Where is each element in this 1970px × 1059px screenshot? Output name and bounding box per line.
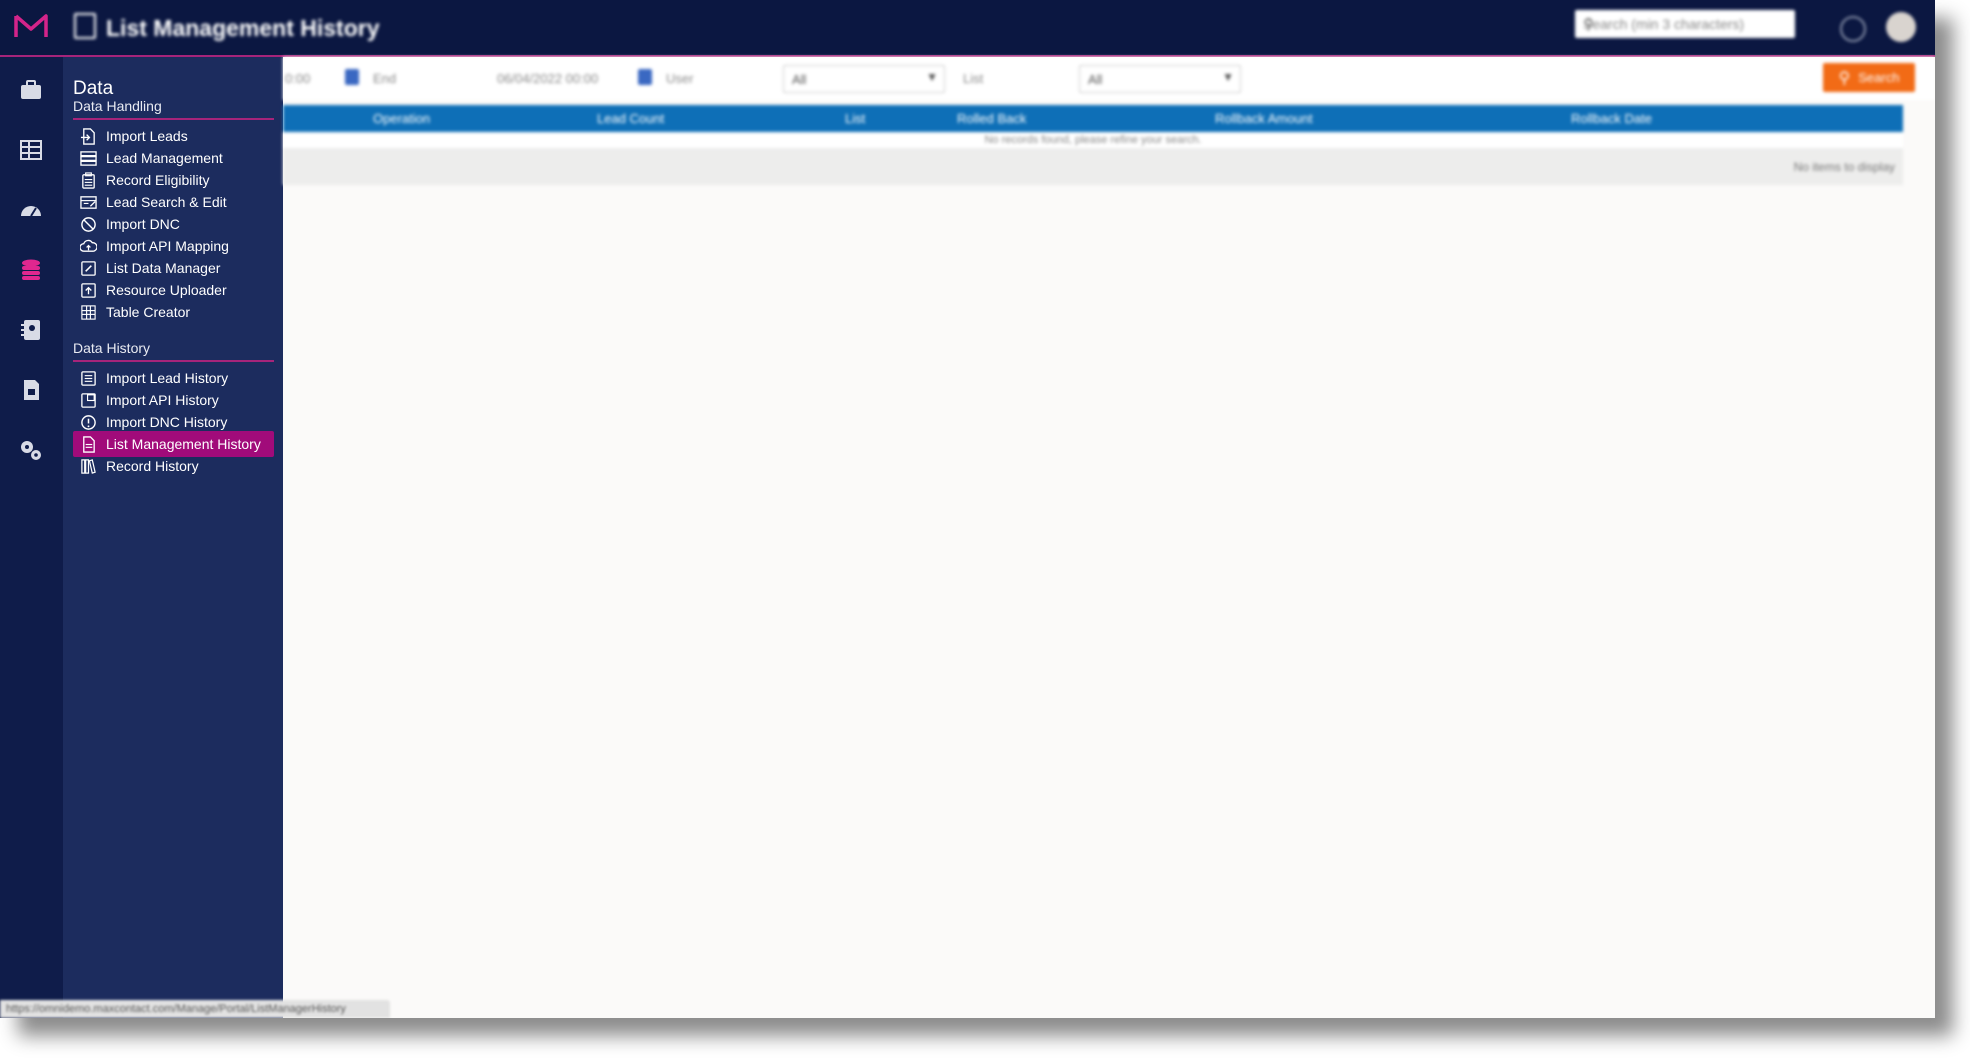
grid-icon[interactable]: [18, 137, 44, 163]
cloud-upload-icon: [79, 237, 97, 255]
browser-status-bar: https://omnidemo.maxcontact.com/Manage/P…: [0, 1000, 390, 1018]
main-content: 0:00 End 06/04/2022 00:00 User All ▼ List…: [283, 57, 1935, 1018]
global-search-input[interactable]: Search (min 3 characters) ⚲: [1575, 10, 1795, 38]
search-icon: ⚲: [1838, 69, 1851, 87]
group-title-data-handling: Data Handling: [73, 98, 162, 114]
search-button[interactable]: ⚲ Search: [1823, 63, 1915, 92]
app-window: List Management History Search (min 3 ch…: [0, 0, 1935, 1018]
history-grid: Operation Lead Count List Rolled Back Ro…: [283, 105, 1903, 185]
grid-pager: No items to display: [283, 148, 1903, 185]
search-table-icon: [79, 193, 97, 211]
top-bar: List Management History Search (min 3 ch…: [0, 0, 1935, 57]
nav-item-record-history[interactable]: Record History: [73, 453, 274, 479]
user-label: User: [666, 71, 694, 86]
list-select[interactable]: All ▼: [1079, 65, 1241, 93]
edit-square-icon: [79, 259, 97, 277]
end-label: End: [373, 71, 397, 86]
maxcontact-logo-icon[interactable]: [13, 12, 49, 40]
briefcase-icon[interactable]: [18, 77, 44, 103]
table-icon: [79, 303, 97, 321]
column-header-rollback-date[interactable]: Rollback Date: [1571, 111, 1652, 126]
settings-gears-icon[interactable]: [18, 437, 44, 463]
pager-text: No items to display: [1793, 160, 1895, 174]
database-icon[interactable]: [18, 257, 44, 283]
icon-rail: [0, 57, 63, 1018]
column-header-list[interactable]: List: [845, 111, 865, 126]
nav-item-table-creator[interactable]: Table Creator: [73, 299, 274, 325]
column-header-lead-count[interactable]: Lead Count: [597, 111, 664, 126]
list-history-icon: [79, 369, 97, 387]
upload-box-icon: [79, 281, 97, 299]
contacts-book-icon[interactable]: [18, 317, 44, 343]
document-list-icon: [79, 435, 97, 453]
api-history-icon: [79, 391, 97, 409]
column-header-operation[interactable]: Operation: [373, 111, 430, 126]
file-import-icon: [79, 127, 97, 145]
group-divider: [73, 118, 274, 120]
books-icon: [79, 457, 97, 475]
dashboard-gauge-icon[interactable]: [18, 197, 44, 223]
user-avatar[interactable]: [1886, 12, 1916, 42]
grid-header: Operation Lead Count List Rolled Back Ro…: [283, 105, 1903, 132]
document-icon: [74, 13, 96, 39]
document-icon[interactable]: [18, 377, 44, 403]
calendar-icon[interactable]: [638, 69, 652, 85]
chevron-down-icon: ▼: [926, 70, 938, 84]
group-divider: [73, 360, 274, 362]
list-label: List: [963, 71, 984, 86]
alert-circle-icon: [79, 413, 97, 431]
calendar-icon[interactable]: [345, 69, 359, 85]
nav-title: Data: [73, 78, 114, 99]
stack-list-icon: [79, 149, 97, 167]
user-select[interactable]: All ▼: [783, 65, 945, 93]
page-title: List Management History: [74, 13, 380, 42]
clipboard-icon: [79, 171, 97, 189]
grid-empty-message: No records found, please refine your sea…: [283, 132, 1903, 148]
end-date-input[interactable]: 06/04/2022 00:00: [497, 71, 598, 86]
help-icon[interactable]: [1840, 16, 1866, 42]
start-date-input[interactable]: 0:00: [285, 71, 310, 86]
column-header-rollback-amount[interactable]: Rollback Amount: [1215, 111, 1313, 126]
data-navigation-panel: Data Data Handling Import Leads Lead Man…: [63, 57, 283, 1018]
chevron-down-icon: ▼: [1222, 70, 1234, 84]
ban-icon: [79, 215, 97, 233]
group-title-data-history: Data History: [73, 340, 151, 356]
filter-bar: 0:00 End 06/04/2022 00:00 User All ▼ List…: [283, 57, 1935, 100]
status-url: https://omnidemo.maxcontact.com/Manage/P…: [6, 1003, 346, 1015]
column-header-rolled-back[interactable]: Rolled Back: [957, 111, 1026, 126]
search-icon[interactable]: ⚲: [1583, 15, 1783, 33]
